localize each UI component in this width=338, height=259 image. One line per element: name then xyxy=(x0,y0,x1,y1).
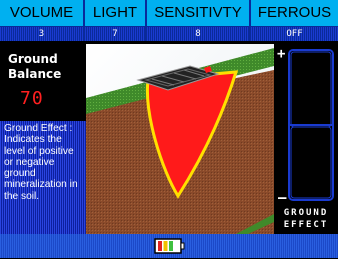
light-value: 7 xyxy=(85,27,145,41)
ground-effect-description: Ground Effect : Indicates the level of p… xyxy=(0,121,86,234)
meter-gauge xyxy=(288,49,334,201)
ground-balance-value: 70 xyxy=(20,88,44,109)
volume-label: VOLUME xyxy=(0,0,83,26)
ground-balance-title: Ground Balance xyxy=(8,52,61,82)
scene-illustration xyxy=(86,44,274,234)
ground-effect-label-line2: EFFECT xyxy=(283,220,329,230)
battery-terminal xyxy=(180,242,185,250)
battery-cell xyxy=(163,241,168,251)
volume-setting[interactable]: VOLUME 3 xyxy=(0,0,83,41)
ferrous-value: OFF xyxy=(251,27,338,41)
ferrous-setting[interactable]: FERROUS OFF xyxy=(251,0,338,41)
sensitivity-setting[interactable]: SENSITIVTY 8 xyxy=(147,0,249,41)
detection-scene xyxy=(86,44,274,234)
sensitivity-label: SENSITIVTY xyxy=(147,0,249,26)
battery-icon xyxy=(154,238,186,259)
ground-effect-meter: + – GROUND EFFECT xyxy=(274,44,338,234)
ferrous-label: FERROUS xyxy=(251,0,338,26)
sensitivity-value: 8 xyxy=(147,27,249,41)
ground-balance-title-line2: Balance xyxy=(8,67,62,81)
ground-balance-panel: Ground Balance 70 Ground Effect : Indica… xyxy=(0,44,86,234)
ground-effect-label-line1: GROUND xyxy=(283,208,329,218)
light-setting[interactable]: LIGHT 7 xyxy=(85,0,145,41)
settings-bar: VOLUME 3 LIGHT 7 SENSITIVTY 8 FERROUS OF… xyxy=(0,0,338,41)
battery-cell xyxy=(169,241,173,251)
volume-value: 3 xyxy=(0,27,83,41)
battery-cell xyxy=(174,241,179,251)
battery-cell xyxy=(158,241,162,251)
ground-balance-title-line1: Ground xyxy=(8,52,58,66)
light-label: LIGHT xyxy=(85,0,145,26)
